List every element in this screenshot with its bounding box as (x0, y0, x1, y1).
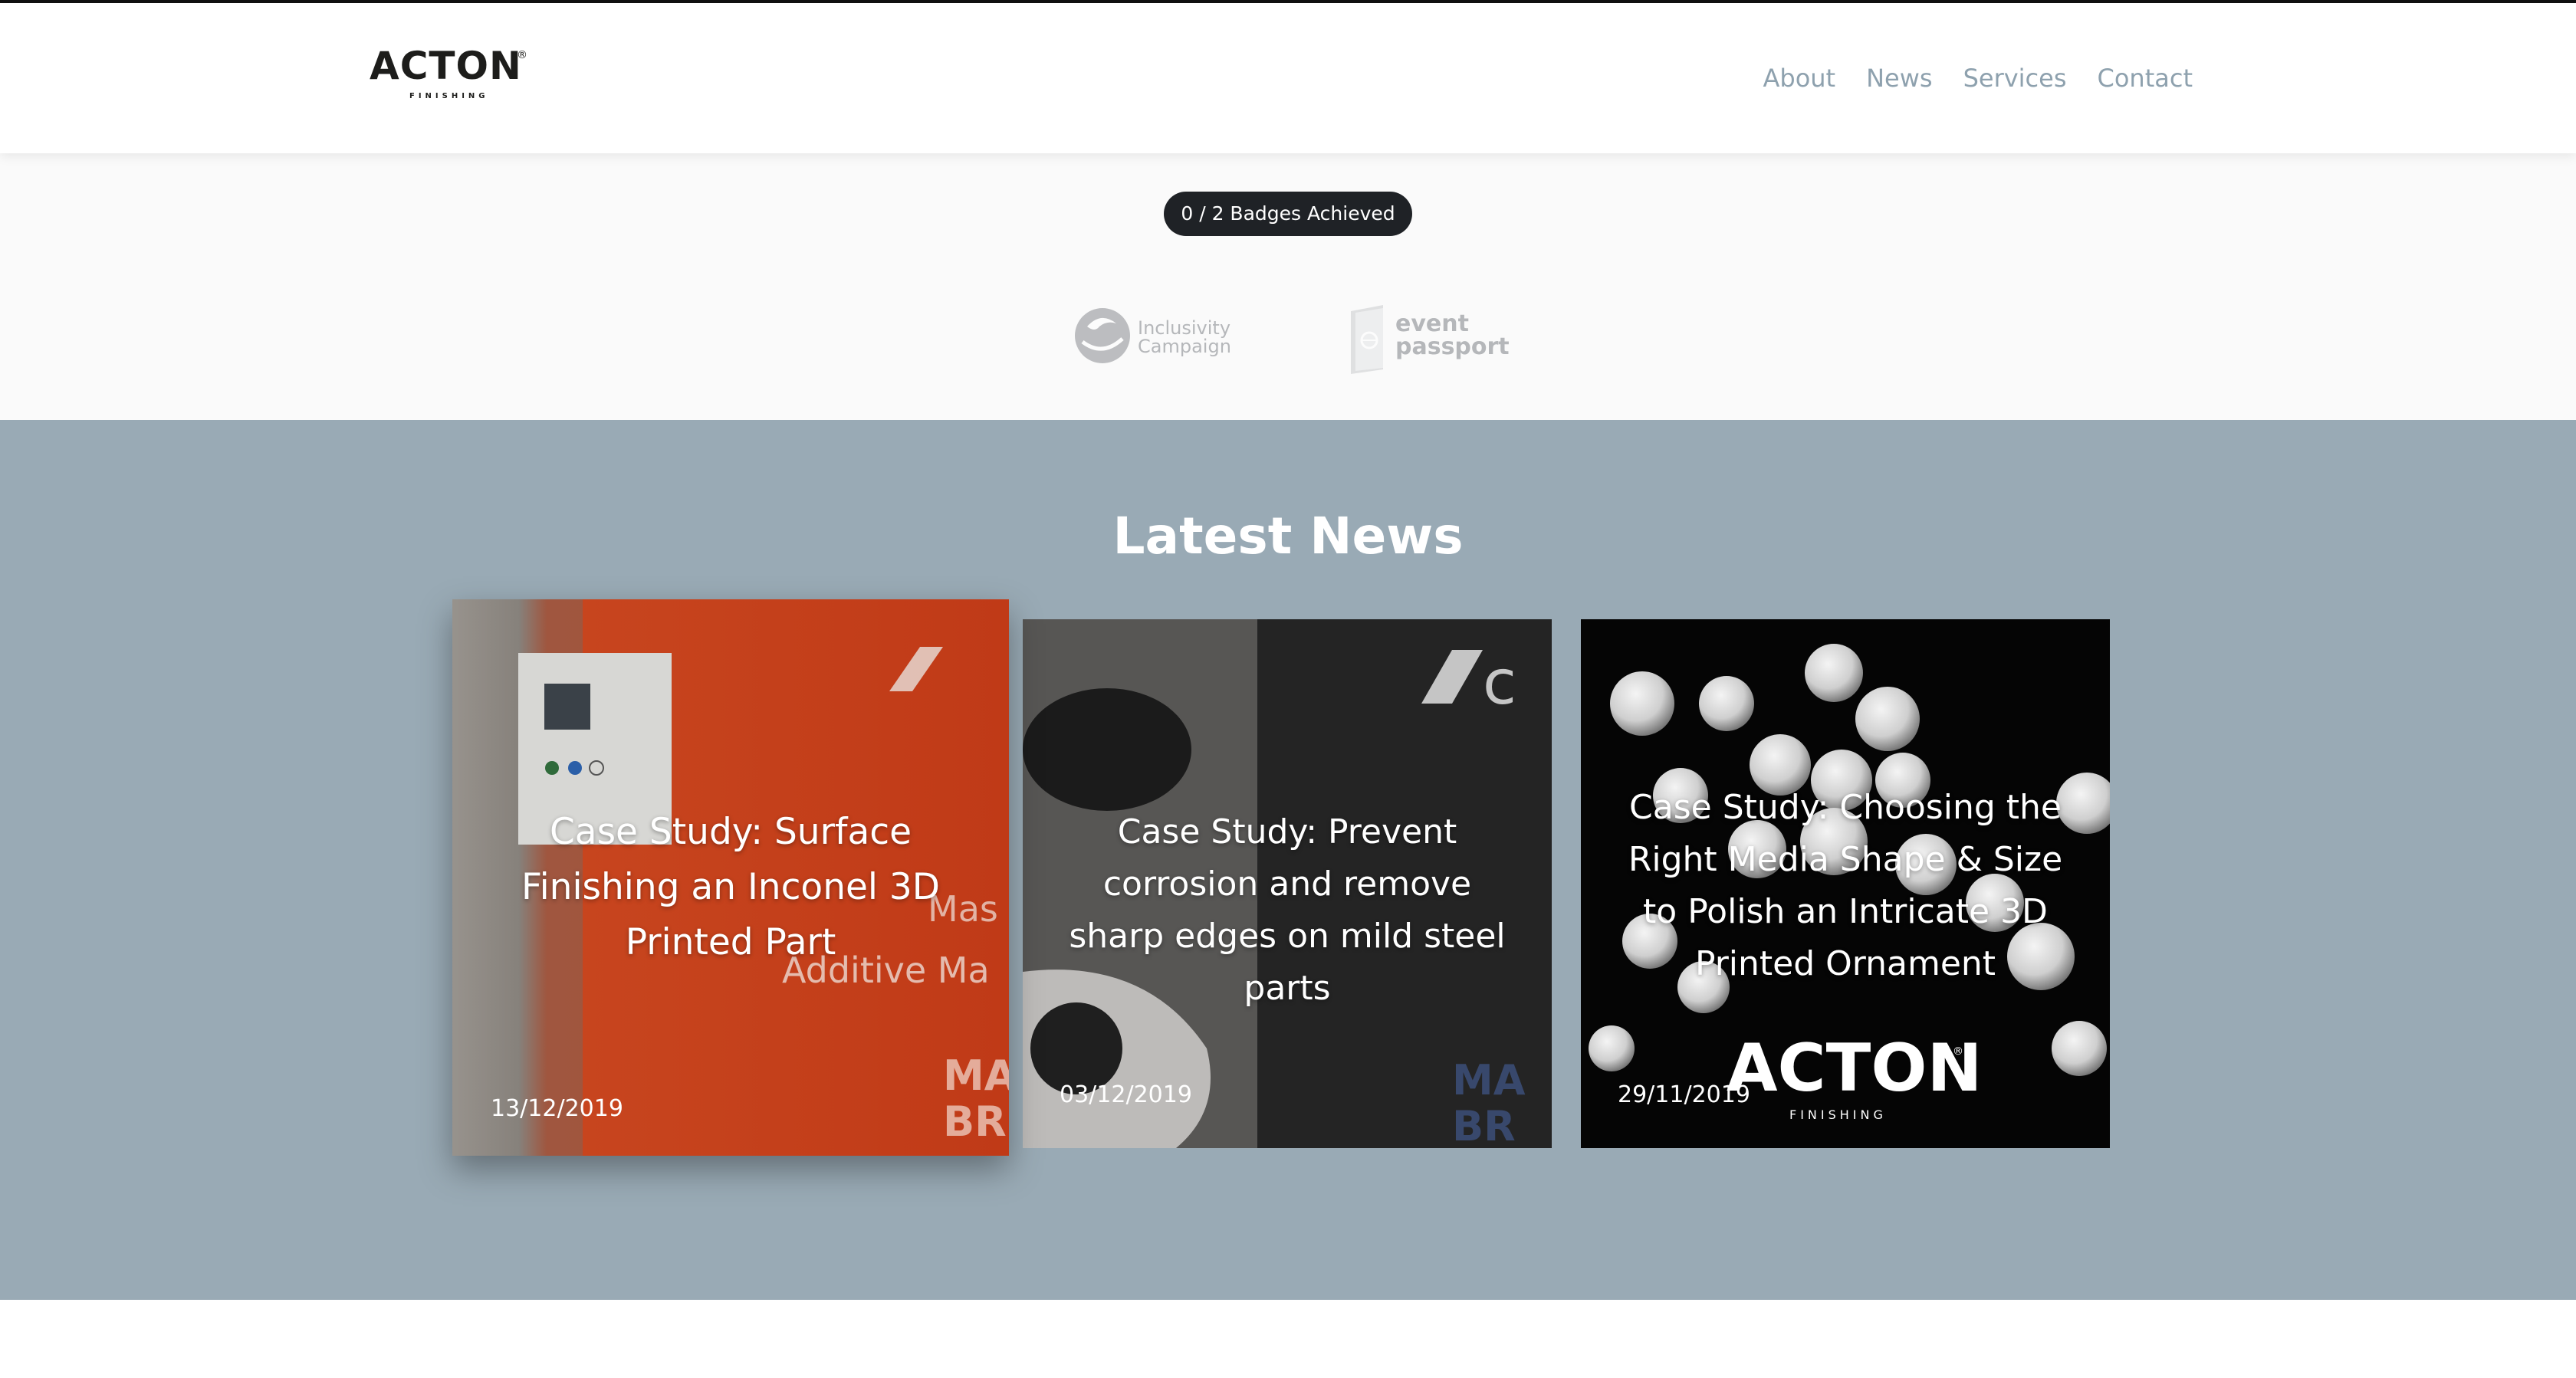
svg-text:MA: MA (1452, 1056, 1526, 1104)
news-card-date: 13/12/2019 (491, 1095, 623, 1122)
svg-text:FINISHING: FINISHING (1789, 1107, 1887, 1122)
nav-services[interactable]: Services (1963, 63, 2067, 94)
main-nav: About News Services Contact (1763, 63, 2193, 94)
nav-news[interactable]: News (1866, 63, 1932, 94)
logo-subtitle: FINISHING (409, 92, 489, 100)
svg-text:BR: BR (1452, 1102, 1516, 1148)
passport-line2: passport (1395, 333, 1510, 360)
passport-badge-icon (1351, 305, 1383, 374)
news-card-mild-steel[interactable]: c MA BR Case Study: Prevent corrosion an… (1023, 619, 1552, 1148)
news-card-title: Case Study: Prevent corrosion and remove… (1069, 812, 1506, 1008)
inclusivity-badge-icon (1075, 308, 1130, 363)
svg-text:ACTON: ACTON (1727, 1030, 1982, 1107)
inclusivity-line2: Campaign (1138, 336, 1231, 357)
inclusivity-line1: Inclusivity (1138, 317, 1231, 339)
badges-section: 0 / 2 Badges Achieved Inclusivity Campai… (0, 153, 2576, 420)
badges-achieved-pill: 0 / 2 Badges Achieved (1164, 192, 1412, 236)
footer-strip (0, 1300, 2576, 1378)
news-card-date: 29/11/2019 (1618, 1081, 1750, 1108)
badge-event-passport[interactable]: event passport (1348, 303, 1516, 374)
nav-about[interactable]: About (1763, 63, 1835, 94)
passport-line1: event (1395, 310, 1469, 337)
svg-text:MA: MA (943, 1052, 1009, 1100)
svg-text:BR: BR (943, 1097, 1007, 1146)
logo-registered-mark: ® (517, 49, 527, 61)
badge-inclusivity-campaign[interactable]: Inclusivity Campaign (1072, 303, 1233, 372)
news-heading: Latest News (1112, 507, 1464, 566)
news-card-title: Case Study: Choosing the Right Media Sha… (1628, 788, 2063, 983)
news-card-title: Case Study: Surface Finishing an Inconel… (521, 811, 940, 963)
news-card-media-shape[interactable]: ACTON ® FINISHING Case Study: Choosing t… (1581, 619, 2110, 1148)
news-card-date: 03/12/2019 (1060, 1081, 1192, 1108)
logo-wordmark: ACTON (370, 44, 522, 88)
site-header: ACTON ® FINISHING About News Services Co… (0, 3, 2576, 153)
nav-contact[interactable]: Contact (2098, 63, 2193, 94)
svg-text:®: ® (1953, 1045, 1963, 1058)
news-card-inconel[interactable]: Additive Ma Mas MA BR Case Study: Surfac… (452, 599, 1009, 1156)
svg-text:c: c (1483, 647, 1516, 718)
latest-news-section: Latest News Additive Ma Mas MA BR Case S… (0, 420, 2576, 1300)
acton-logo[interactable]: ACTON ® FINISHING (370, 43, 527, 104)
